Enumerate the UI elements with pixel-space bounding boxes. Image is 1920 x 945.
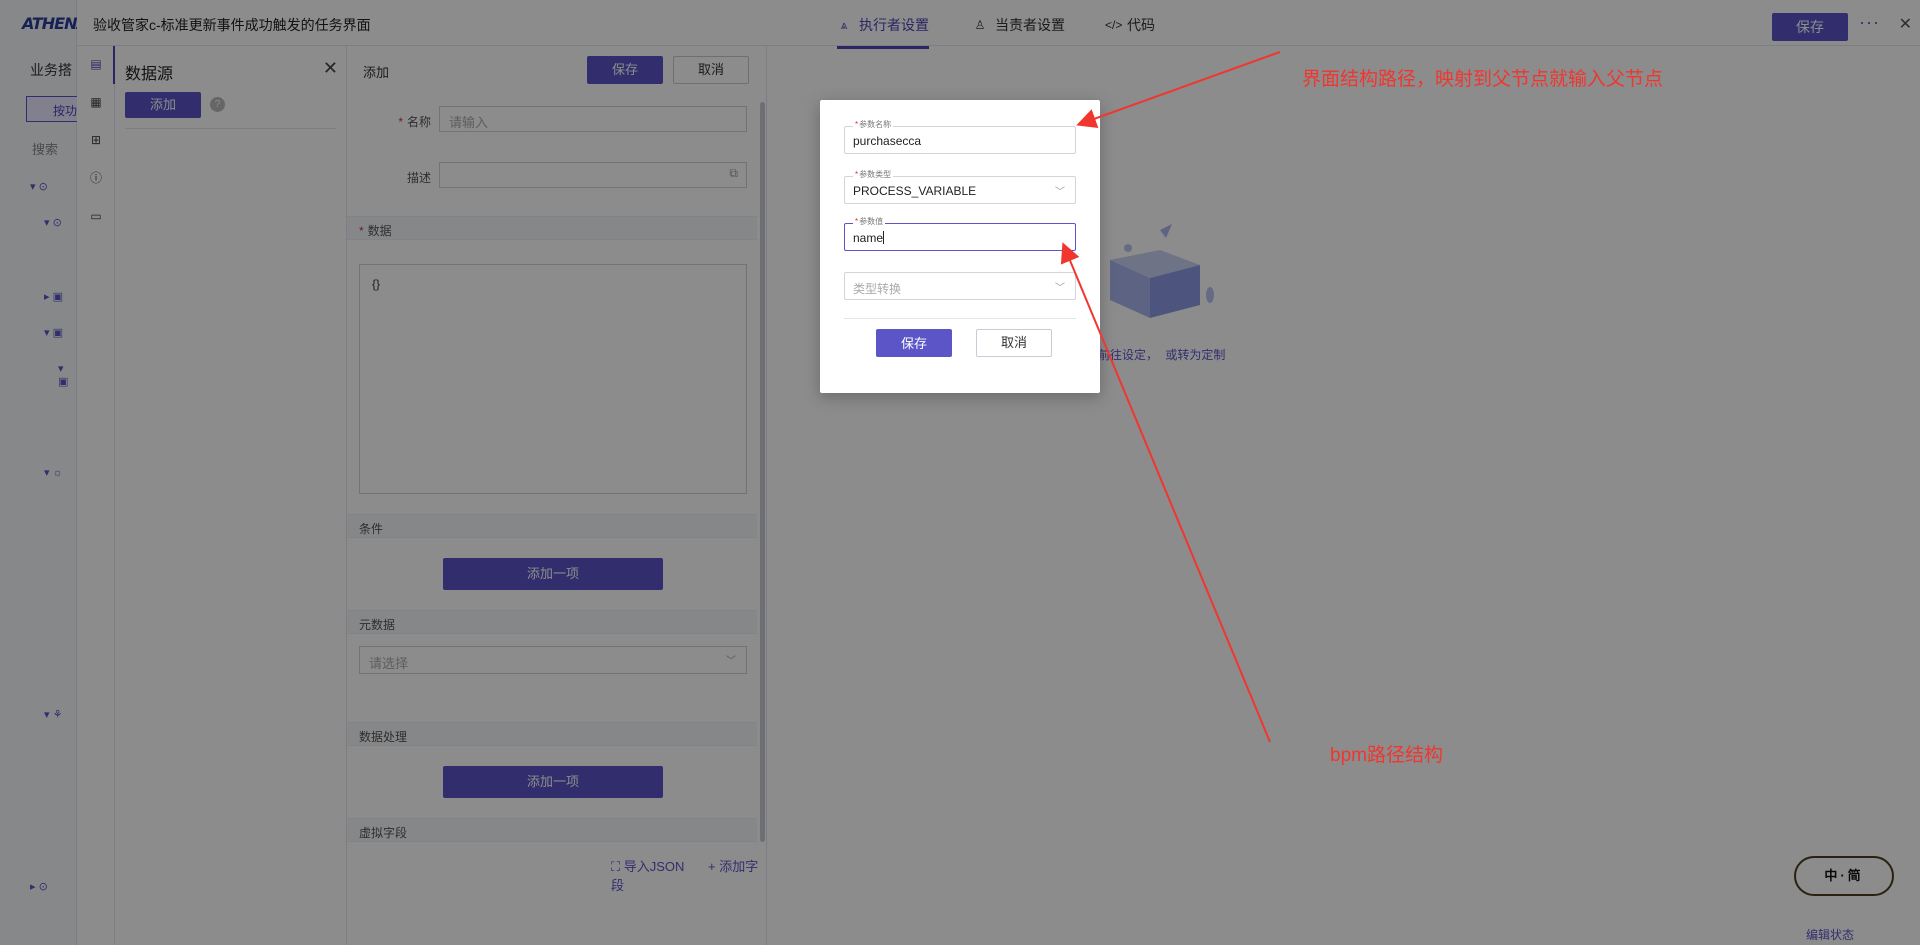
param-value-field[interactable]: *参数值 name	[844, 216, 1076, 251]
param-dialog: *参数名称 purchasecca *参数类型 PROCESS_VARIABLE…	[820, 100, 1100, 393]
param-type-select[interactable]: *参数类型 PROCESS_VARIABLE ﹀	[844, 169, 1076, 204]
annotation-bottom: bpm路径结构	[1330, 745, 1443, 766]
chevron-down-icon: ﹀	[1055, 283, 1065, 294]
dialog-cancel-button[interactable]: 取消	[976, 329, 1052, 357]
param-value-value: name	[853, 231, 885, 245]
dialog-save-button[interactable]: 保存	[876, 329, 952, 357]
param-name-value: purchasecca	[853, 134, 922, 148]
param-name-field[interactable]: *参数名称 purchasecca	[844, 119, 1076, 154]
chevron-down-icon: ﹀	[1055, 187, 1065, 198]
param-value-label: *参数值	[853, 216, 886, 228]
type-convert-placeholder: 类型转换	[853, 282, 902, 296]
annotation-top: 界面结构路径，映射到父节点就输入父节点	[1302, 69, 1664, 90]
param-type-value: PROCESS_VARIABLE	[853, 184, 977, 198]
divider	[844, 318, 1076, 319]
type-convert-select[interactable]: 类型转换 ﹀	[844, 272, 1076, 300]
param-type-label: *参数类型	[853, 169, 894, 181]
text-caret	[883, 231, 885, 244]
param-name-label: *参数名称	[853, 119, 894, 131]
